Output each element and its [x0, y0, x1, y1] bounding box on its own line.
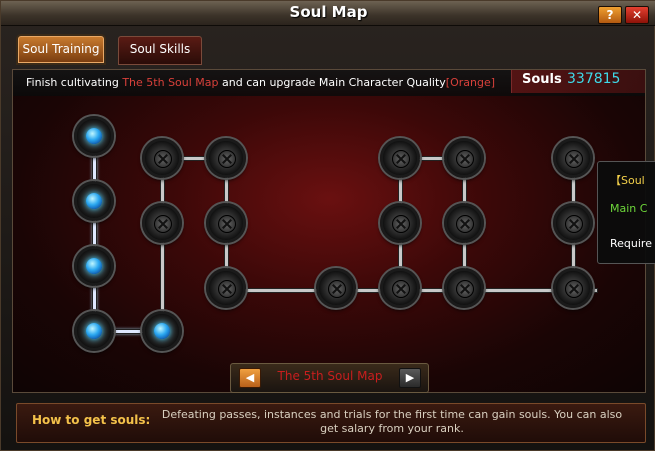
- locked-x-icon: [456, 215, 474, 233]
- soul-node-locked[interactable]: [206, 268, 246, 308]
- soul-node-locked[interactable]: [206, 203, 246, 243]
- locked-x-icon: [328, 280, 346, 298]
- close-button[interactable]: ✕: [625, 6, 649, 24]
- info-quality: [Orange]: [445, 76, 496, 89]
- locked-x-icon: [565, 215, 583, 233]
- souls-counter: Souls 337815: [511, 70, 645, 93]
- soul-orb-icon: [86, 323, 102, 339]
- arrow-left-icon: ◀: [245, 371, 255, 384]
- soul-node-locked[interactable]: [444, 203, 484, 243]
- locked-x-icon: [565, 150, 583, 168]
- locked-x-icon: [392, 150, 410, 168]
- soul-node-locked[interactable]: [206, 138, 246, 178]
- soul-orb-icon: [86, 128, 102, 144]
- soul-node-locked[interactable]: [553, 203, 593, 243]
- souls-label: Souls: [522, 72, 562, 87]
- soul-node-locked[interactable]: [553, 268, 593, 308]
- soul-orb-icon: [154, 323, 170, 339]
- info-bar: Finish cultivating The 5th Soul Map and …: [13, 70, 645, 96]
- soul-node-active[interactable]: [74, 246, 114, 286]
- map-navigator: ◀ The 5th Soul Map ▶: [230, 363, 429, 393]
- how-to-colon: :: [145, 413, 151, 427]
- link: [92, 138, 97, 333]
- soul-node-active[interactable]: [74, 116, 114, 156]
- soul-node-locked[interactable]: [444, 138, 484, 178]
- soul-node-locked[interactable]: [316, 268, 356, 308]
- souls-value: 337815: [567, 71, 621, 87]
- locked-x-icon: [392, 280, 410, 298]
- current-map-name: The 5th Soul Map: [277, 369, 383, 383]
- info-map-name: The 5th Soul Map: [122, 76, 219, 89]
- next-map-button[interactable]: ▶: [399, 368, 421, 388]
- how-to-get-souls: How to get souls: Defeating passes, inst…: [16, 403, 646, 443]
- how-to-label-text: How to get souls: [32, 413, 146, 427]
- title-bar: Soul Map ? ✕: [1, 1, 655, 26]
- soul-node-locked[interactable]: [380, 203, 420, 243]
- locked-x-icon: [565, 280, 583, 298]
- locked-x-icon: [456, 150, 474, 168]
- arrow-right-icon: ▶: [405, 371, 415, 384]
- locked-x-icon: [218, 215, 236, 233]
- info-middle: and can upgrade Main Character Quality: [218, 76, 446, 89]
- soul-node-locked[interactable]: [553, 138, 593, 178]
- soul-node-locked[interactable]: [380, 138, 420, 178]
- soul-orb-icon: [86, 258, 102, 274]
- node-tooltip: 【Soul Main C Require: [597, 161, 655, 264]
- soul-node-locked[interactable]: [142, 138, 182, 178]
- tab-soul-training[interactable]: Soul Training: [18, 36, 104, 63]
- locked-x-icon: [218, 280, 236, 298]
- soul-orb-icon: [86, 193, 102, 209]
- info-prefix: Finish cultivating: [26, 76, 123, 89]
- soul-node-locked[interactable]: [444, 268, 484, 308]
- soul-map-window: Soul Map ? ✕ Soul Training Soul Skills F…: [0, 0, 655, 451]
- soul-map-panel: Finish cultivating The 5th Soul Map and …: [12, 69, 646, 393]
- tab-soul-skills[interactable]: Soul Skills: [118, 36, 202, 65]
- help-button[interactable]: ?: [598, 6, 622, 24]
- soul-node-locked[interactable]: [142, 203, 182, 243]
- tooltip-title: 【Soul: [610, 174, 645, 187]
- window-title: Soul Map: [289, 3, 368, 21]
- tooltip-main: Main C: [610, 202, 648, 215]
- locked-x-icon: [154, 150, 172, 168]
- locked-x-icon: [456, 280, 474, 298]
- upgrade-info: Finish cultivating The 5th Soul Map and …: [26, 76, 495, 89]
- locked-x-icon: [154, 215, 172, 233]
- locked-x-icon: [392, 215, 410, 233]
- link: [160, 158, 165, 332]
- how-to-label: How to get souls:: [32, 413, 150, 427]
- locked-x-icon: [218, 150, 236, 168]
- how-to-text: Defeating passes, instances and trials f…: [161, 408, 623, 435]
- soul-node-locked[interactable]: [380, 268, 420, 308]
- prev-map-button[interactable]: ◀: [239, 368, 261, 388]
- tooltip-require: Require: [610, 237, 652, 250]
- soul-node-active[interactable]: [74, 181, 114, 221]
- soul-node-active[interactable]: [142, 311, 182, 351]
- soul-node-active[interactable]: [74, 311, 114, 351]
